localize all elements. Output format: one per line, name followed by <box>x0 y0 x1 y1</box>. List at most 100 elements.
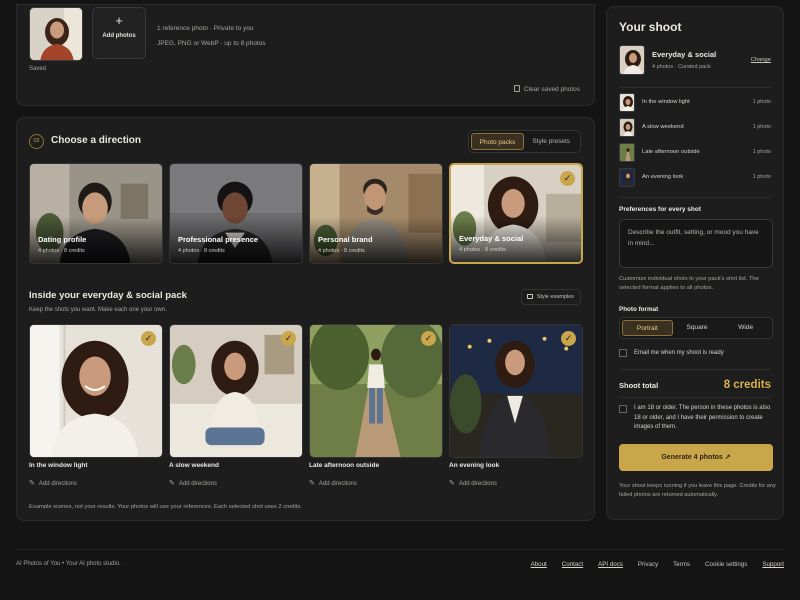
format-portrait[interactable]: Portrait <box>622 320 673 336</box>
format-square[interactable]: Square <box>673 320 722 336</box>
style-examples-button[interactable]: Style examples <box>520 289 581 305</box>
add-directions-label: Add directions <box>458 481 497 487</box>
footer-link-privacy[interactable]: Privacy <box>638 561 658 568</box>
saved-reference-photo[interactable] <box>29 7 83 61</box>
divider <box>619 87 771 88</box>
run-note: Your shoot keeps running if you leave th… <box>619 483 776 498</box>
photo-format-label: Photo format <box>619 306 659 313</box>
tab-photo-packs[interactable]: Photo packs <box>470 133 525 150</box>
shot-name: In the window light <box>29 462 88 469</box>
trash-icon <box>513 85 520 92</box>
shot-list-item: In the window light 1 photo <box>619 92 771 114</box>
inside-pack-title: Inside your everyday & social pack <box>29 290 187 301</box>
shot-name: Late afternoon outside <box>309 462 380 469</box>
shot-card-late-afternoon[interactable]: ✓ <box>309 324 443 458</box>
add-directions-link[interactable]: ✎ Add directions <box>29 479 77 487</box>
shoot-summary-sidebar: Your shoot Everyday & social 4 photos · … <box>606 6 784 520</box>
clear-saved-photos-link[interactable]: Clear saved photos <box>513 85 580 93</box>
clear-saved-label: Clear saved photos <box>523 86 580 93</box>
shot-card-window-light[interactable]: ✓ <box>29 324 163 458</box>
pack-meta: 4 photos · 8 credits <box>318 248 365 254</box>
slow-weekend-photo <box>170 325 302 457</box>
footer-link-support[interactable]: Support <box>762 561 784 568</box>
image-icon <box>526 294 533 299</box>
pack-card-personal-brand[interactable]: Personal brand 4 photos · 8 credits <box>309 163 443 264</box>
add-directions-label: Add directions <box>318 481 357 487</box>
divider <box>619 397 771 398</box>
sidebar-title: Your shoot <box>619 20 682 34</box>
add-directions-link[interactable]: ✎ Add directions <box>309 479 357 487</box>
pack-name: Professional presence <box>178 235 259 244</box>
shot-card-slow-weekend[interactable]: ✓ <box>169 324 303 458</box>
selected-pack-thumbnail <box>619 45 645 75</box>
footer-link-contact[interactable]: Contact <box>562 561 583 568</box>
pack-name: Dating profile <box>38 235 87 244</box>
divider <box>619 369 771 370</box>
add-photos-label: Add photos <box>102 33 136 39</box>
shot-list-count: 1 photo <box>752 174 771 180</box>
email-notify-checkbox[interactable] <box>619 349 627 357</box>
shot-thumbnail <box>619 93 635 112</box>
evening-look-photo <box>450 325 582 457</box>
shot-list-name: In the window light <box>642 99 690 105</box>
add-directions-link[interactable]: ✎ Add directions <box>449 479 497 487</box>
shot-list-item: Late afternoon outside 1 photo <box>619 142 771 164</box>
footer-link-api-docs[interactable]: API docs <box>598 561 623 568</box>
add-photos-button[interactable]: + Add photos <box>92 7 146 59</box>
add-directions-link[interactable]: ✎ Add directions <box>169 479 217 487</box>
selected-pack-name: Everyday & social <box>652 50 717 59</box>
selected-check-icon[interactable]: ✓ <box>281 331 296 346</box>
pack-meta: 4 photos · 8 credits <box>178 248 225 254</box>
selected-check-icon[interactable]: ✓ <box>421 331 436 346</box>
footer-divider <box>16 549 784 550</box>
footer-brand: AI Photos of You • Your AI photo studio. <box>16 561 121 567</box>
pencil-icon: ✎ <box>449 480 455 487</box>
add-directions-label: Add directions <box>178 481 217 487</box>
format-wide[interactable]: Wide <box>721 320 770 336</box>
shot-thumbnail <box>619 143 635 162</box>
shot-list-item: An evening look 1 photo <box>619 167 771 189</box>
preferences-textarea[interactable]: Describe the outfit, setting, or mood yo… <box>619 219 773 268</box>
selected-pack-meta: 4 photos · Curated pack <box>652 64 711 70</box>
preferences-label: Preferences for every shot <box>619 206 702 213</box>
footer-links: About Contact API docs Privacy Terms Coo… <box>516 561 784 568</box>
example-footnote: Example scenes, not your results. Your p… <box>29 504 302 510</box>
shot-list-name: An evening look <box>642 174 684 180</box>
upload-info-count: 1 reference photo · Private to you <box>157 25 254 32</box>
consent-text: I am 18 or older. The person in these ph… <box>634 405 771 430</box>
generate-photos-button[interactable]: Generate 4 photos ↗ <box>619 444 773 471</box>
style-examples-label: Style examples <box>536 294 574 300</box>
shot-name: A slow weekend <box>169 462 219 469</box>
shot-list-count: 1 photo <box>752 99 771 105</box>
selected-check-icon[interactable]: ✓ <box>141 331 156 346</box>
shot-thumbnail <box>619 168 635 187</box>
change-pack-link[interactable]: Change <box>751 57 771 63</box>
pack-card-dating-profile[interactable]: Dating profile 4 photos · 8 credits <box>29 163 163 264</box>
choose-direction-title: Choose a direction <box>51 135 142 146</box>
plus-icon: + <box>115 13 123 28</box>
shot-thumbnail <box>619 118 635 137</box>
consent-checkbox[interactable] <box>619 405 627 413</box>
pack-card-everyday-social[interactable]: ✓ Everyday & social 4 photos · 8 credits <box>449 163 583 264</box>
pencil-icon: ✎ <box>169 480 175 487</box>
shot-card-evening-look[interactable]: ✓ <box>449 324 583 458</box>
selected-check-icon[interactable]: ✓ <box>561 331 576 346</box>
footer-link-terms[interactable]: Terms <box>673 561 690 568</box>
pack-card-professional-presence[interactable]: Professional presence 4 photos · 8 credi… <box>169 163 303 264</box>
photo-format-toggle: Portrait Square Wide <box>619 317 773 339</box>
shot-list-name: A slow weekend <box>642 124 684 130</box>
saved-label: Saved <box>29 66 47 72</box>
shot-list-count: 1 photo <box>752 149 771 155</box>
pack-name: Everyday & social <box>459 234 524 243</box>
tab-style-presets[interactable]: Style presets <box>524 133 578 150</box>
pencil-icon: ✎ <box>309 480 315 487</box>
direction-card: 02 Choose a direction Photo packs Style … <box>16 117 595 521</box>
pack-name: Personal brand <box>318 235 373 244</box>
pack-meta: 4 photos · 8 credits <box>459 247 506 253</box>
footer-link-cookie-settings[interactable]: Cookie settings <box>705 561 747 568</box>
direction-toggle: Photo packs Style presets <box>467 130 581 153</box>
footer-link-about[interactable]: About <box>531 561 547 568</box>
divider <box>619 197 771 198</box>
shoot-total-label: Shoot total <box>619 381 659 390</box>
shot-list-name: Late afternoon outside <box>642 149 700 155</box>
